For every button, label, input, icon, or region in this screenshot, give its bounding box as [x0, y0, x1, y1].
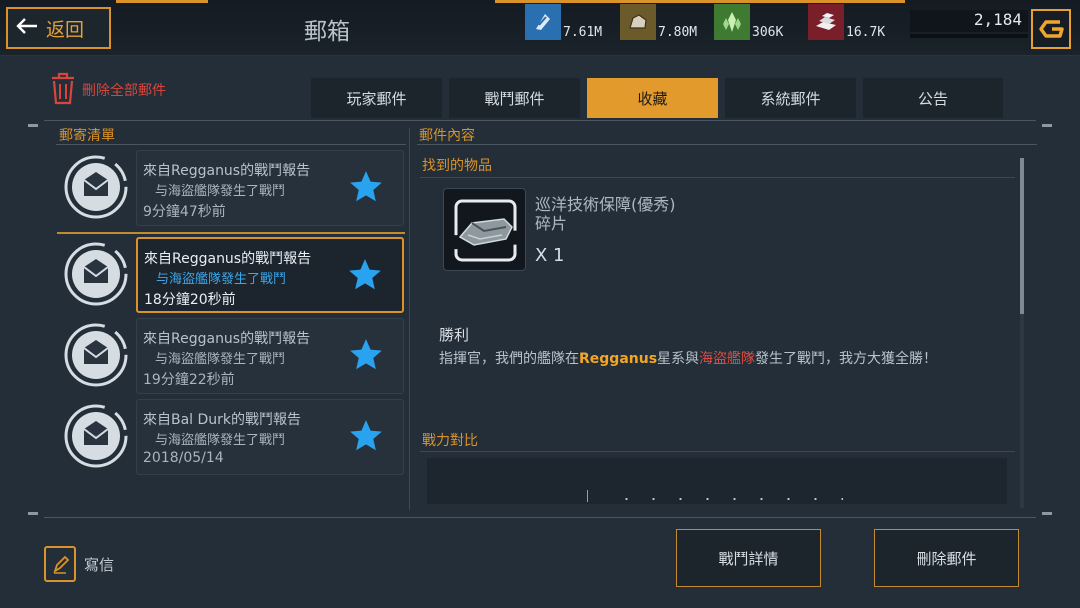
mail-summary: 与海盜艦隊發生了戰鬥	[155, 433, 286, 448]
cruiser-fragment-icon	[454, 199, 517, 262]
favorite-star-icon[interactable]	[347, 168, 385, 206]
column-divider	[409, 128, 410, 510]
item-name-line1: 巡洋技術保障(優秀)	[535, 195, 676, 214]
corner-tick	[28, 512, 38, 515]
arrow-left-icon	[16, 17, 38, 40]
mail-list-item[interactable]: 來自Bal Durk的戰鬥報告 与海盜艦隊發生了戰鬥 2018/05/14	[57, 399, 405, 479]
victory-text-3: 發生了戰鬥，我方大獲全勝！	[755, 351, 938, 367]
victory-text-1: 指揮官，我們的艦隊在	[439, 351, 579, 367]
credits-bar	[910, 34, 1028, 38]
battle-details-button[interactable]: 戰鬥詳情	[676, 529, 821, 587]
page-title: 郵箱	[304, 19, 350, 45]
crystal-shard-icon	[525, 4, 561, 40]
selection-line	[57, 232, 405, 234]
victory-text-2: 星系與	[657, 351, 700, 367]
victory-place: Regganus	[579, 351, 658, 367]
tab-announcements[interactable]: 公告	[863, 78, 1003, 118]
compare-dots	[613, 498, 843, 500]
item-quantity: X 1	[535, 245, 565, 266]
mail-tabs: 玩家郵件 戰鬥郵件 收藏 系統郵件 公告	[311, 78, 1003, 118]
mail-card[interactable]: 來自Regganus的戰鬥報告 与海盜艦隊發生了戰鬥 19分鐘22秒前	[136, 318, 404, 394]
favorite-star-icon[interactable]	[346, 256, 384, 294]
mail-subject: 來自Regganus的戰鬥報告	[143, 331, 311, 347]
power-compare-divider	[420, 451, 1015, 452]
footer-divider	[44, 517, 1036, 518]
top-accent-line	[116, 0, 208, 3]
mail-summary: 与海盜艦隊發生了戰鬥	[156, 272, 287, 287]
back-button[interactable]: 返回	[6, 7, 111, 49]
victory-message: 指揮官，我們的艦隊在Regganus星系與海盜艦隊發生了戰鬥，我方大獲全勝！	[439, 348, 937, 368]
resource-crystal-shard[interactable]: 7.61M	[525, 2, 602, 40]
power-compare-area	[427, 458, 1007, 504]
corner-tick	[1042, 124, 1052, 127]
found-items-label: 找到的物品	[422, 158, 492, 174]
trash-icon	[48, 70, 78, 110]
ore-rock-icon	[620, 4, 656, 40]
found-items-divider	[420, 177, 1015, 178]
item-slot[interactable]	[443, 188, 526, 271]
top-bar: 返回 郵箱 7.61M 7.80M 306K 16.7K 2,184	[0, 0, 1080, 56]
resource-value: 16.7K	[846, 25, 886, 40]
mail-subject: 來自Bal Durk的戰鬥報告	[143, 412, 302, 428]
list-title-divider	[56, 144, 406, 145]
pencil-icon	[44, 546, 76, 582]
mail-envelope-icon	[63, 403, 129, 469]
mail-envelope-icon	[63, 154, 129, 220]
credits-g-icon[interactable]	[1031, 9, 1071, 49]
item-name-line2: 碎片	[535, 214, 568, 233]
tab-player-mail[interactable]: 玩家郵件	[311, 78, 442, 118]
mail-list-item[interactable]: 來自Regganus的戰鬥報告 与海盜艦隊發生了戰鬥 19分鐘22秒前	[57, 318, 405, 398]
corner-tick	[1042, 512, 1052, 515]
mail-time: 2018/05/14	[143, 450, 224, 466]
power-compare-label: 戰力對比	[422, 433, 478, 449]
resource-value: 7.80M	[658, 25, 698, 40]
mail-card[interactable]: 來自Regganus的戰鬥報告 与海盜艦隊發生了戰鬥 18分鐘20秒前	[136, 237, 404, 313]
mail-card[interactable]: 來自Regganus的戰鬥報告 与海盜艦隊發生了戰鬥 9分鐘47秒前	[136, 150, 404, 226]
gold-bars-icon	[808, 4, 844, 40]
mail-content-title: 郵件內容	[419, 128, 475, 144]
mail-list-item-selected[interactable]: 來自Regganus的戰鬥報告 与海盜艦隊發生了戰鬥 18分鐘20秒前	[57, 237, 405, 317]
delete-all-label: 刪除全部郵件	[82, 83, 166, 99]
content-scrollbar-thumb[interactable]	[1020, 158, 1024, 314]
mail-list-item[interactable]: 來自Regganus的戰鬥報告 与海盜艦隊發生了戰鬥 9分鐘47秒前	[57, 150, 405, 230]
resource-value: 7.61M	[563, 25, 603, 40]
mail-envelope-icon	[63, 241, 129, 307]
write-mail-button[interactable]: 寫信	[44, 546, 114, 582]
resource-green-crystal[interactable]: 306K	[714, 2, 783, 40]
header-divider	[44, 120, 1036, 121]
mail-card[interactable]: 來自Bal Durk的戰鬥報告 与海盜艦隊發生了戰鬥 2018/05/14	[136, 399, 404, 475]
mail-time: 18分鐘20秒前	[144, 292, 236, 308]
tab-system-mail[interactable]: 系統郵件	[725, 78, 856, 118]
tab-favorites[interactable]: 收藏	[587, 78, 718, 118]
content-title-divider	[417, 144, 1037, 145]
mail-time: 19分鐘22秒前	[143, 372, 235, 388]
compare-marker	[587, 490, 588, 502]
mail-envelope-icon	[63, 322, 129, 388]
victory-enemy: 海盜艦隊	[699, 351, 756, 367]
credits-value: 2,184	[910, 10, 1028, 32]
favorite-star-icon[interactable]	[347, 336, 385, 374]
back-label: 返回	[46, 18, 85, 41]
delete-all-button[interactable]: 刪除全部郵件	[48, 70, 166, 110]
mail-summary: 与海盜艦隊發生了戰鬥	[155, 184, 286, 199]
victory-title: 勝利	[439, 326, 470, 344]
resource-ore[interactable]: 7.80M	[620, 2, 697, 40]
tab-battle-mail[interactable]: 戰鬥郵件	[449, 78, 580, 118]
delete-mail-button[interactable]: 刪除郵件	[874, 529, 1019, 587]
resource-gold-bars[interactable]: 16.7K	[808, 2, 885, 40]
mail-subject: 來自Regganus的戰鬥報告	[143, 163, 311, 179]
mail-subject: 來自Regganus的戰鬥報告	[144, 251, 312, 267]
mail-summary: 与海盜艦隊發生了戰鬥	[155, 352, 286, 367]
write-mail-label: 寫信	[84, 555, 115, 574]
mail-time: 9分鐘47秒前	[143, 204, 226, 220]
mail-list-title: 郵寄清單	[59, 128, 115, 144]
favorite-star-icon[interactable]	[347, 417, 385, 455]
corner-tick	[28, 124, 38, 127]
green-crystal-icon	[714, 4, 750, 40]
resource-value: 306K	[752, 25, 784, 40]
item-name: 巡洋技術保障(優秀) 碎片	[535, 195, 676, 233]
